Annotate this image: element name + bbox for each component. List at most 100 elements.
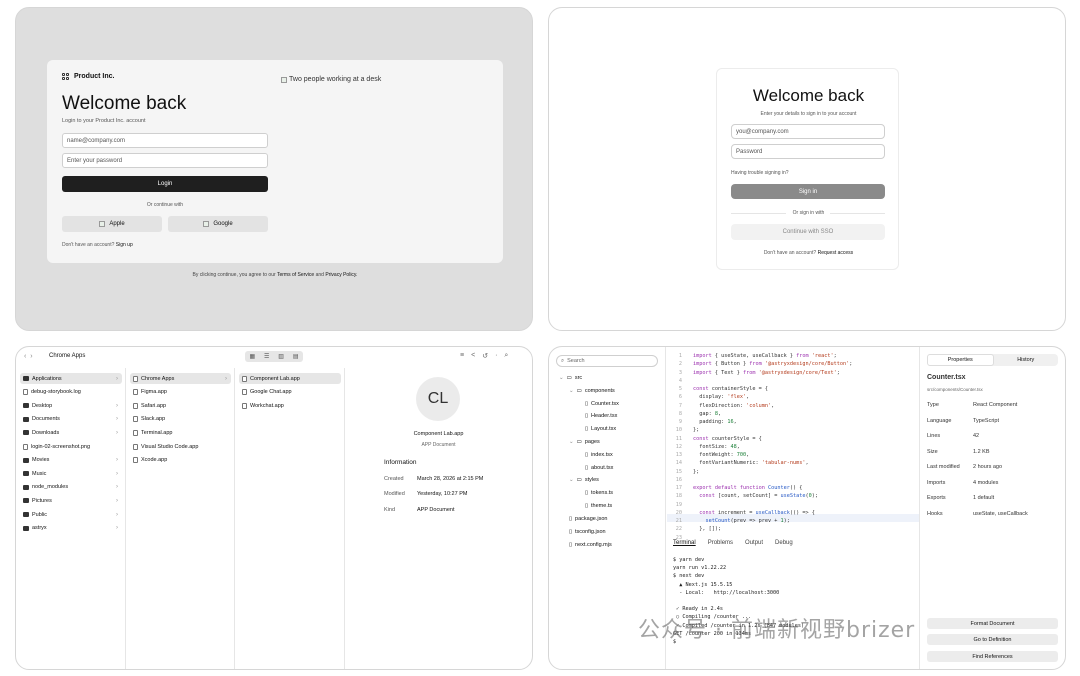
list-item[interactable]: Movies › xyxy=(20,455,122,466)
list-item[interactable]: Safari.app xyxy=(130,400,231,411)
tree-file-theme[interactable]: ▯ theme.ts xyxy=(585,503,612,509)
list-item[interactable]: astryx › xyxy=(20,523,122,534)
tab-history[interactable]: History xyxy=(994,354,1059,366)
file-icon: ▯ xyxy=(585,401,589,407)
list-item[interactable]: Visual Studio Code.app xyxy=(130,441,231,452)
list-item[interactable]: Desktop › xyxy=(20,400,122,411)
folder-icon xyxy=(23,430,29,436)
grid-logo-icon xyxy=(62,73,69,80)
tree-file-index[interactable]: ▯ index.tsx xyxy=(585,452,613,458)
tree-folder-components[interactable]: ⌄ ▭ components xyxy=(569,388,615,394)
list-item[interactable]: node_modules › xyxy=(20,482,122,493)
email-field[interactable]: you@company.com xyxy=(731,124,885,139)
list-item-label: Public xyxy=(32,511,47,518)
code-editor[interactable]: import { useState, useCallback } from 'r… xyxy=(693,352,852,534)
tree-label: Counter.tsx xyxy=(591,401,619,407)
format-document-button[interactable]: Format Document xyxy=(927,618,1058,629)
list-item[interactable]: Pictures › xyxy=(20,495,122,506)
list-item[interactable]: Xcode.app xyxy=(130,455,231,466)
list-item[interactable]: Applications › xyxy=(20,373,122,384)
property-key: Type xyxy=(927,402,939,408)
icon-view-icon[interactable]: ▦ xyxy=(249,353,255,360)
file-icon: ▯ xyxy=(569,516,573,522)
chevron-right-icon: › xyxy=(225,375,227,382)
tab-debug[interactable]: Debug xyxy=(775,540,793,546)
list-item[interactable]: Documents › xyxy=(20,414,122,425)
tree-file-tokens[interactable]: ▯ tokens.ts xyxy=(585,490,613,496)
google-button[interactable]: Google xyxy=(168,216,268,232)
list-item[interactable]: Music › xyxy=(20,468,122,479)
finder-column-3: Component Lab.app Google Chat.app Workchat… xyxy=(235,368,345,669)
property-value: React Component xyxy=(973,402,1018,408)
brand-name: Product Inc. xyxy=(74,73,115,80)
email-field[interactable]: name@company.com xyxy=(62,133,268,148)
tree-file-counter[interactable]: ▯ Counter.tsx xyxy=(585,401,619,407)
terms-link[interactable]: Terms of Service xyxy=(277,272,314,278)
info-heading: Information xyxy=(384,459,417,466)
search-input[interactable]: ⌕ Search xyxy=(556,355,658,367)
request-access-link[interactable]: Request access xyxy=(818,250,854,256)
tab-terminal[interactable]: Terminal xyxy=(673,540,696,546)
tab-problems[interactable]: Problems xyxy=(708,540,733,546)
panel-divider xyxy=(919,347,920,669)
access-prefix: Don't have an account? xyxy=(763,250,817,256)
list-item[interactable]: Workchat.app xyxy=(239,400,341,411)
tree-file-next-config[interactable]: ▯ next.config.mjs xyxy=(569,542,612,548)
list-item-label: Applications xyxy=(32,375,62,382)
tree-file-tsconfig[interactable]: ▯ tsconfig.json xyxy=(569,529,606,535)
list-item[interactable]: Terminal.app xyxy=(130,427,231,438)
undo-icon[interactable]: ↺ xyxy=(482,352,488,360)
signin-button[interactable]: Sign in xyxy=(731,184,885,199)
list-item[interactable]: Component Lab.app xyxy=(239,373,341,384)
login-button[interactable]: Login xyxy=(62,176,268,192)
list-item-label: Downloads xyxy=(32,429,60,436)
group-icon[interactable]: ≡ xyxy=(460,352,464,360)
tree-folder-styles[interactable]: ⌄ ▭ styles xyxy=(569,477,599,483)
list-item-label: Movies xyxy=(32,457,50,464)
tree-folder-pages[interactable]: ⌄ ▭ pages xyxy=(569,439,600,445)
tree-file-layout[interactable]: ▯ Layout.tsx xyxy=(585,426,616,432)
find-references-button[interactable]: Find References xyxy=(927,651,1058,662)
password-field[interactable]: Password xyxy=(731,144,885,159)
share-icon[interactable]: < xyxy=(471,352,475,360)
go-to-definition-button[interactable]: Go to Definition xyxy=(927,634,1058,645)
tree-file-package[interactable]: ▯ package.json xyxy=(569,516,607,522)
list-item[interactable]: Slack.app xyxy=(130,414,231,425)
list-item[interactable]: Google Chat.app xyxy=(239,387,341,398)
list-item[interactable]: Public › xyxy=(20,509,122,520)
chevron-down-icon: ⌄ xyxy=(569,439,574,445)
list-item[interactable]: Downloads › xyxy=(20,427,122,438)
apple-button[interactable]: Apple xyxy=(62,216,162,232)
list-item[interactable]: Chrome Apps › xyxy=(130,373,231,384)
tab-properties[interactable]: Properties xyxy=(927,354,994,366)
column-view-icon[interactable]: ▥ xyxy=(278,353,284,360)
signup-link[interactable]: Sign up xyxy=(116,242,133,248)
list-item[interactable]: Figma.app xyxy=(130,387,231,398)
search-icon[interactable]: ⌕ xyxy=(504,352,508,360)
file-icon: ▯ xyxy=(585,426,589,432)
view-mode-switcher[interactable]: ▦ ☰ ▥ ▤ xyxy=(245,351,303,362)
created-value: March 28, 2026 at 2:15 PM xyxy=(417,476,484,482)
sso-button[interactable]: Continue with SSO xyxy=(731,224,885,240)
password-field[interactable]: Enter your password xyxy=(62,153,268,168)
more-icon[interactable]: · xyxy=(495,352,497,360)
tree-file-header[interactable]: ▯ Header.tsx xyxy=(585,413,617,419)
list-view-icon[interactable]: ☰ xyxy=(264,353,269,360)
terminal-line: $ yarn dev xyxy=(673,557,705,563)
tree-label: index.tsx xyxy=(591,452,613,458)
terminal-line: - Local: http://localhost:3000 xyxy=(673,589,780,596)
back-forward-icon[interactable]: ‹ › xyxy=(24,353,33,360)
tree-folder-src[interactable]: ⌄ ▭ src xyxy=(559,375,582,381)
list-item-label: Workchat.app xyxy=(250,402,284,409)
privacy-link[interactable]: Privacy Policy. xyxy=(325,272,357,278)
folder-icon xyxy=(23,376,29,381)
list-item[interactable]: login-02-screenshot.png xyxy=(20,441,122,452)
list-item[interactable]: debug-storybook.log xyxy=(20,387,122,398)
chevron-right-icon: › xyxy=(116,375,118,382)
terminal-line: ▲ Next.js 15.5.15 xyxy=(673,581,733,588)
tab-output[interactable]: Output xyxy=(745,540,763,546)
trouble-link[interactable]: Having trouble signing in? xyxy=(731,170,789,176)
gallery-view-icon[interactable]: ▤ xyxy=(293,353,299,360)
tree-file-about[interactable]: ▯ about.tsx xyxy=(585,465,613,471)
